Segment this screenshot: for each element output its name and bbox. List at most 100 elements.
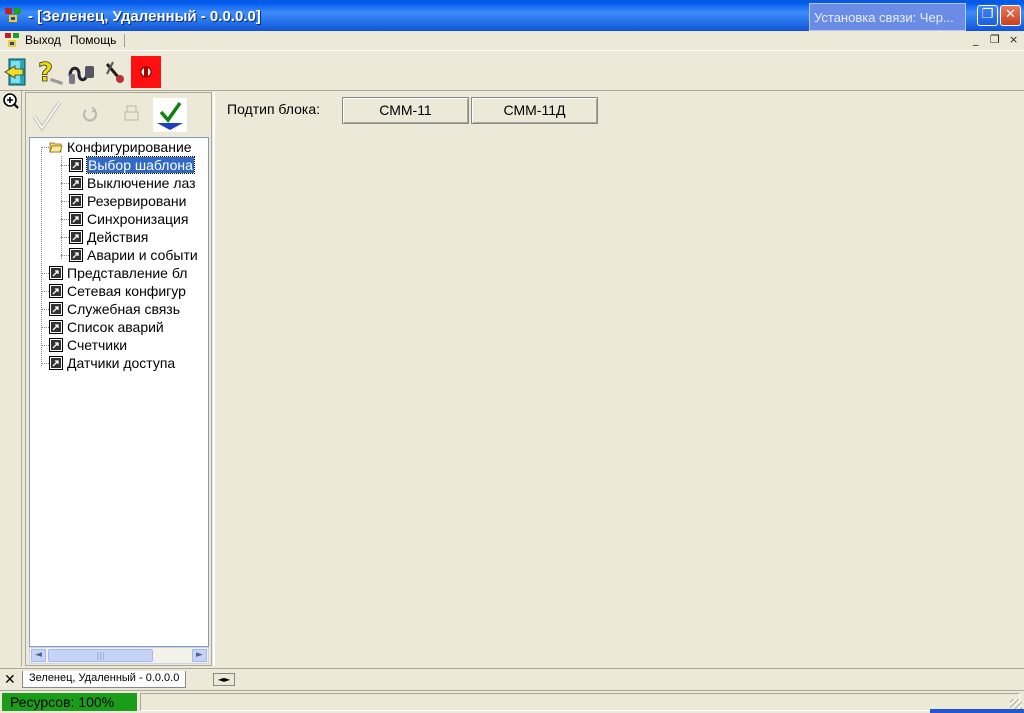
subtype-cmm11d-button[interactable]: СММ-11Д: [471, 97, 598, 124]
tree-node[interactable]: Список аварий: [49, 318, 164, 336]
connection-notification[interactable]: Установка связи: Чер...: [809, 3, 966, 31]
tree-node-label: Выбор шаблона: [86, 156, 195, 174]
restore-button[interactable]: ❐: [977, 5, 998, 26]
alarm-icon: [140, 66, 152, 78]
tree-connector: [61, 183, 69, 184]
menu-separator: [124, 34, 125, 47]
alarm-button[interactable]: [131, 56, 161, 88]
tree-node[interactable]: Выключение лаз: [69, 174, 196, 192]
tree-child-line: [61, 156, 62, 259]
taskbar-stripe: [930, 709, 1024, 713]
tab-scroll-arrows[interactable]: ◄►: [213, 673, 235, 686]
shortcut-icon: [49, 284, 63, 298]
tree-node[interactable]: Резервировани: [69, 192, 186, 210]
tree-node-label: Представление бл: [67, 265, 188, 281]
tree-node[interactable]: Датчики доступа: [49, 354, 175, 372]
shortcut-icon: [69, 158, 83, 172]
help-icon[interactable]: ?: [35, 56, 65, 88]
tree-connector: [41, 273, 49, 274]
mdi-minimize-button[interactable]: _: [973, 33, 979, 46]
tree-connector: [41, 309, 49, 310]
shortcut-icon: [49, 266, 63, 280]
tree-node[interactable]: Представление бл: [49, 264, 187, 282]
application-window: - [Зеленец, Удаленный - 0.0.0.0] Установ…: [0, 0, 1024, 713]
tree-node-label: Резервировани: [87, 193, 187, 209]
mdi-tab-bar: ✕ Зеленец, Удаленный - 0.0.0.0 ◄►: [0, 668, 1024, 690]
folder-open-icon: [49, 142, 63, 153]
scroll-thumb[interactable]: |||: [48, 649, 153, 662]
shortcut-icon: [69, 212, 83, 226]
settings-icon[interactable]: [99, 56, 129, 88]
tree-node[interactable]: Действия: [69, 228, 148, 246]
tab-close-icon[interactable]: ✕: [4, 672, 16, 688]
tree-node[interactable]: Служебная связь: [49, 300, 180, 318]
status-bar: Ресурсов: 100%: [0, 690, 1024, 713]
tab-document[interactable]: Зеленец, Удаленный - 0.0.0.0: [22, 671, 187, 688]
tree-node-label: Служебная связь: [67, 301, 181, 317]
tree-node-label: Счетчики: [67, 337, 128, 353]
navigation-panel: Конфигурирование Выбор шаблона Выключение …: [25, 92, 212, 666]
tree-node[interactable]: Выбор шаблона: [69, 156, 195, 174]
tree-connector: [61, 201, 69, 202]
title-bar[interactable]: - [Зеленец, Удаленный - 0.0.0.0] Установ…: [0, 0, 1024, 31]
tree-node-label: Список аварий: [67, 319, 164, 335]
main-toolbar: ?: [0, 50, 1024, 91]
tree-node-label: Конфигурирование: [67, 139, 192, 155]
shortcut-icon: [69, 176, 83, 190]
tree-node[interactable]: Аварии и событи: [69, 246, 198, 264]
tree-node-label: Аварии и событи: [87, 247, 198, 263]
print-icon[interactable]: [114, 98, 148, 132]
tree-connector: [41, 291, 49, 292]
resources-indicator: Ресурсов: 100%: [2, 693, 137, 711]
svg-text:?: ?: [38, 58, 53, 88]
tree-node-label: Сетевая конфигур: [67, 283, 186, 299]
confirm-check-icon[interactable]: [153, 98, 187, 132]
zoom-in-icon[interactable]: [2, 92, 20, 110]
tree-node-label: Синхронизация: [87, 211, 189, 227]
tree-node-label: Действия: [87, 229, 149, 245]
main-content: Подтип блока: СММ-11 СММ-11Д: [213, 92, 1024, 666]
tree-node-label: Датчики доступа: [67, 355, 176, 371]
tree-node[interactable]: Счетчики: [49, 336, 127, 354]
subtype-label: Подтип блока:: [227, 101, 321, 117]
tree-root-line: [41, 147, 42, 366]
scroll-left-button[interactable]: ◄: [31, 649, 46, 662]
tree-connector: [61, 165, 69, 166]
tree-toolbar: [26, 93, 211, 137]
tree-node[interactable]: Синхронизация: [69, 210, 188, 228]
apply-check-icon[interactable]: [30, 98, 64, 132]
shortcut-icon: [69, 230, 83, 244]
shortcut-icon: [49, 320, 63, 334]
window-title: - [Зеленец, Удаленный - 0.0.0.0]: [28, 8, 261, 25]
mdi-restore-button[interactable]: ❐: [990, 33, 1000, 46]
tree-node[interactable]: Сетевая конфигур: [49, 282, 186, 300]
tree-connector: [41, 147, 49, 148]
tree-node[interactable]: Конфигурирование: [49, 138, 192, 156]
exit-door-icon[interactable]: [3, 56, 33, 88]
connection-icon[interactable]: [67, 56, 97, 88]
navigation-tree[interactable]: Конфигурирование Выбор шаблона Выключение …: [29, 137, 209, 647]
shortcut-icon: [69, 194, 83, 208]
tree-horizontal-scrollbar[interactable]: ◄ ||| ►: [29, 647, 209, 664]
tree-connector: [61, 219, 69, 220]
shortcut-icon: [69, 248, 83, 262]
refresh-icon[interactable]: [74, 98, 108, 132]
menu-help[interactable]: Помощь: [70, 33, 116, 47]
left-dock-strip: [0, 91, 22, 666]
menu-exit[interactable]: Выход: [25, 33, 61, 47]
subtype-cmm11-button[interactable]: СММ-11: [342, 97, 469, 124]
shortcut-icon: [49, 302, 63, 316]
tree-connector: [61, 237, 69, 238]
mdi-child-icon[interactable]: [4, 32, 20, 48]
tree-connector: [41, 345, 49, 346]
menu-bar: Выход Помощь _ ❐ ×: [0, 31, 1024, 50]
app-icon: [5, 8, 21, 22]
shortcut-icon: [49, 356, 63, 370]
tree-connector: [61, 255, 69, 256]
tree-connector: [41, 327, 49, 328]
scroll-right-button[interactable]: ►: [192, 649, 207, 662]
tree-node-label: Выключение лаз: [87, 175, 196, 191]
mdi-close-button[interactable]: ×: [1009, 33, 1018, 46]
tree-connector: [41, 363, 49, 364]
close-button[interactable]: ✕: [1000, 5, 1021, 26]
